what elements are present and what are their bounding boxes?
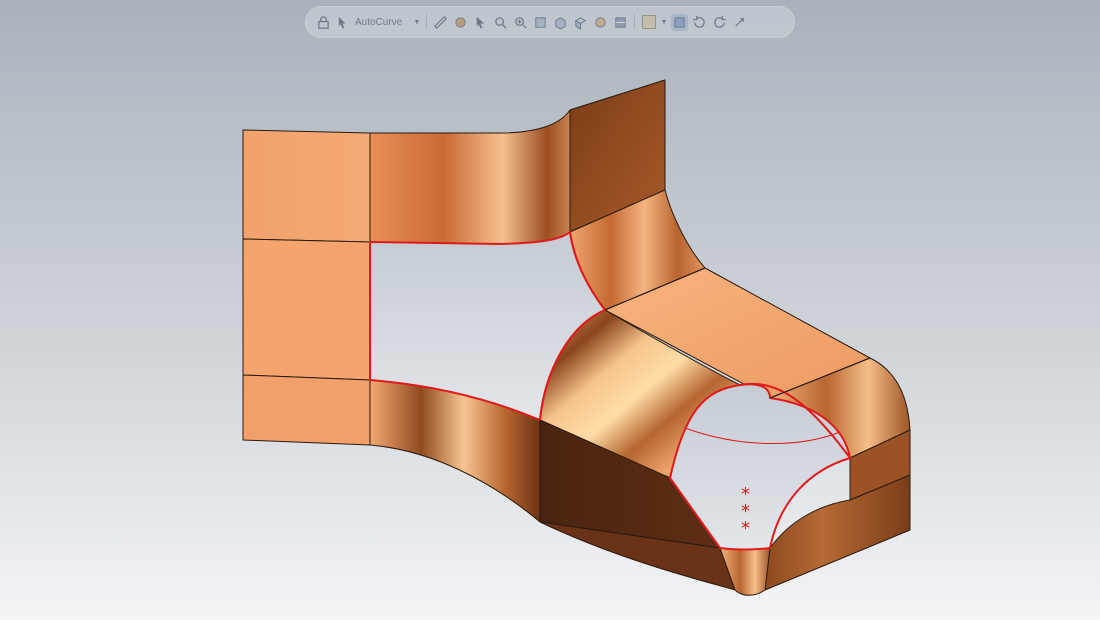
toolbar-separator: [426, 14, 427, 30]
graphics-viewport[interactable]: * * * AutoCurve ▼ ▼: [0, 0, 1100, 620]
autocurve-combo[interactable]: AutoCurve ▼: [355, 17, 421, 28]
zoom-area-icon[interactable]: [512, 14, 529, 31]
view-top-icon[interactable]: [552, 14, 569, 31]
view-front-icon[interactable]: [532, 14, 549, 31]
face-left-upper: [242, 129, 371, 243]
view-orient-icon[interactable]: [592, 14, 609, 31]
heads-up-view-toolbar: AutoCurve ▼ ▼: [305, 6, 795, 38]
toolbar-separator: [634, 14, 635, 30]
appearance-icon[interactable]: [640, 14, 657, 31]
zoom-fit-icon[interactable]: [492, 14, 509, 31]
refresh-icon[interactable]: [711, 14, 728, 31]
color-swatch: [641, 15, 656, 29]
measure-icon[interactable]: [432, 14, 449, 31]
constraint-markers: * * *: [741, 484, 750, 539]
autocurve-label: AutoCurve: [355, 16, 403, 28]
face-left-lower: [242, 374, 371, 446]
lock-icon[interactable]: [315, 14, 332, 31]
pointer-icon[interactable]: [472, 14, 489, 31]
select-filter-icon[interactable]: [335, 14, 352, 31]
section-icon[interactable]: [612, 14, 629, 31]
model-canvas[interactable]: * * *: [0, 0, 1100, 620]
paint-icon[interactable]: [452, 14, 469, 31]
settings-icon[interactable]: [731, 14, 748, 31]
chevron-down-icon: ▼: [413, 18, 421, 26]
rotate-icon[interactable]: [691, 14, 708, 31]
display-style-icon[interactable]: [671, 13, 688, 31]
face-left-middle: [242, 238, 371, 381]
chevron-down-icon[interactable]: ▼: [660, 19, 668, 26]
asterisk-marker: *: [741, 518, 750, 539]
view-iso-icon[interactable]: [572, 14, 589, 31]
